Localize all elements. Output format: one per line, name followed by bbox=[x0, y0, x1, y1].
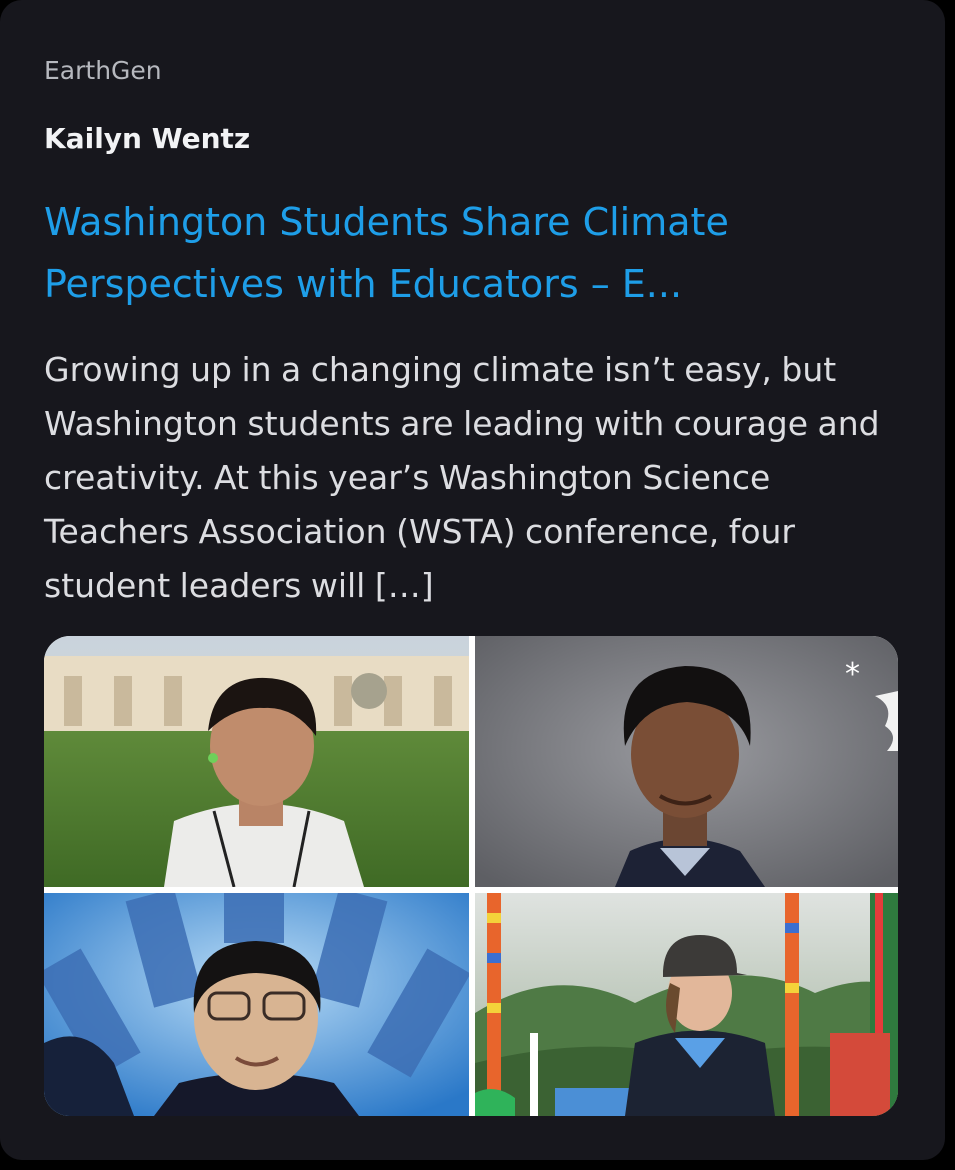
gallery-photo-2[interactable]: * bbox=[475, 636, 898, 887]
gallery-photo-3[interactable] bbox=[44, 893, 469, 1116]
gallery-photo-4[interactable] bbox=[475, 893, 898, 1116]
gallery-photo-1[interactable] bbox=[44, 636, 469, 887]
image-gallery: * bbox=[44, 636, 898, 1116]
student-photo-4-image bbox=[475, 893, 898, 1116]
embed-title-link[interactable]: Washington Students Share Climate Perspe… bbox=[44, 191, 904, 315]
svg-text:*: * bbox=[845, 657, 860, 692]
student-photo-3-image bbox=[44, 893, 469, 1116]
embed-author[interactable]: Kailyn Wentz bbox=[44, 122, 250, 156]
student-photo-1-image bbox=[44, 636, 469, 887]
link-embed-card: EarthGen Kailyn Wentz Washington Student… bbox=[0, 0, 945, 1160]
embed-description: Growing up in a changing climate isn’t e… bbox=[44, 350, 880, 605]
student-photo-2-image: * bbox=[475, 636, 898, 887]
embed-site-name: EarthGen bbox=[44, 56, 162, 85]
